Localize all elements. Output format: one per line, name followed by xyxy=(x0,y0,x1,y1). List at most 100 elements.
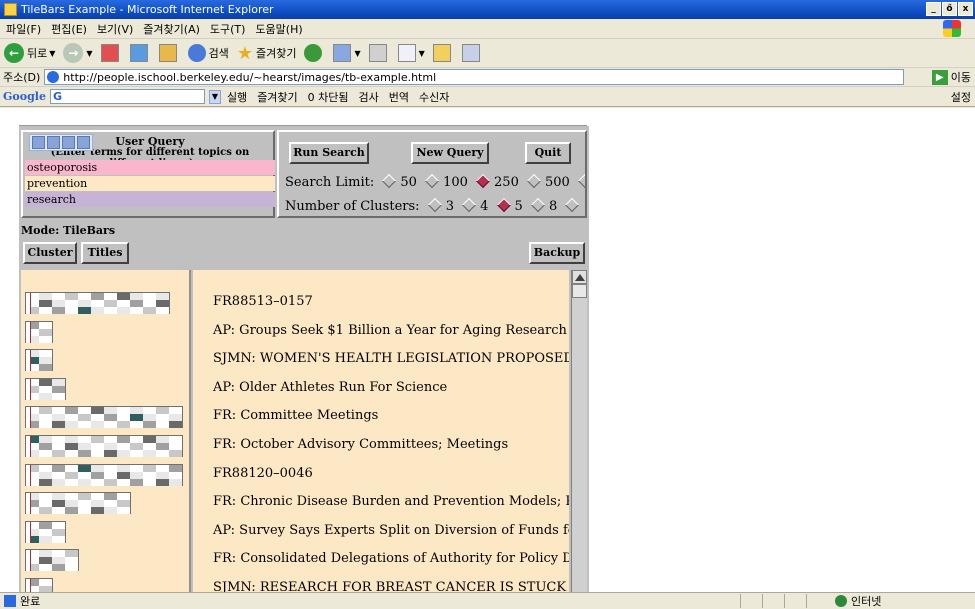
tilebar-1[interactable] xyxy=(25,292,170,314)
search-limit-radio-250[interactable] xyxy=(475,173,491,189)
tilebar-9[interactable] xyxy=(25,520,66,543)
google-send-button[interactable]: 수신자 xyxy=(419,89,449,105)
tilebar-cell xyxy=(104,500,117,508)
edit-button[interactable]: ▼ xyxy=(397,44,425,62)
backup-button[interactable]: Backup xyxy=(529,242,585,264)
tilebar-10[interactable] xyxy=(25,549,79,572)
menu-tools[interactable]: 도구(T) xyxy=(210,21,246,37)
document-title-10[interactable]: FR: Consolidated Delegations of Authorit… xyxy=(213,551,569,566)
favorites-button[interactable]: ★ 즐겨찾기 xyxy=(237,43,297,64)
google-translate-button[interactable]: 번역 xyxy=(389,89,409,105)
document-title-4[interactable]: AP: Older Athletes Run For Science xyxy=(213,380,447,395)
minimize-button[interactable]: _ xyxy=(926,2,941,16)
document-title-5[interactable]: FR: Committee Meetings xyxy=(213,408,378,423)
menu-bar: 파일(F) 편집(E) 보기(V) 즐겨찾기(A) 도구(T) 도움말(H) xyxy=(0,19,975,39)
close-button[interactable]: x xyxy=(958,2,973,16)
tilebar-4[interactable] xyxy=(25,377,66,400)
clusters-radio-4[interactable] xyxy=(462,197,477,213)
search-limit-radio-1000[interactable] xyxy=(577,173,585,189)
tilebar-cell xyxy=(117,293,130,300)
search-limit-radio-100[interactable] xyxy=(424,173,440,189)
tilebar-5[interactable] xyxy=(25,406,183,429)
go-button[interactable]: ▶ 이동 xyxy=(931,69,971,85)
menu-help[interactable]: 도움말(H) xyxy=(255,21,302,37)
scroll-thumb[interactable] xyxy=(572,284,587,298)
cluster-button[interactable]: Cluster xyxy=(23,242,77,264)
tilebar-cell xyxy=(130,471,143,479)
mail-button[interactable]: ▼ xyxy=(333,44,361,62)
clusters-radio-5[interactable] xyxy=(496,197,511,213)
document-title-11[interactable]: SJMN: RESEARCH FOR BREAST CANCER IS STUC… xyxy=(213,580,569,592)
document-title-2[interactable]: AP: Groups Seek $1 Billion a Year for Ag… xyxy=(213,323,567,338)
quit-button[interactable]: Quit xyxy=(525,142,571,164)
google-search-input[interactable]: G xyxy=(49,89,205,104)
menu-file[interactable]: 파일(F) xyxy=(6,21,41,37)
clusters-radio-10[interactable] xyxy=(565,197,580,213)
google-settings-button[interactable]: 설정 xyxy=(951,89,971,105)
document-title-6[interactable]: FR: October Advisory Committees; Meeting… xyxy=(213,437,508,452)
home-button[interactable] xyxy=(158,44,180,62)
query-term-1[interactable]: osteoporosis xyxy=(25,160,275,175)
titles-scrollbar[interactable] xyxy=(571,270,587,592)
tilebar-cell xyxy=(65,471,78,479)
tilebar-cell xyxy=(169,436,182,443)
tilebar-7[interactable] xyxy=(25,463,183,486)
tilebar-cell xyxy=(39,557,52,565)
tilebar-2[interactable] xyxy=(25,320,53,343)
tilebar-cell xyxy=(104,307,117,314)
document-title-8[interactable]: FR: Chronic Disease Burden and Preventio… xyxy=(213,494,569,509)
tilebar-cell xyxy=(65,507,78,515)
print-button[interactable] xyxy=(368,44,390,62)
tilebar-cell xyxy=(39,436,52,443)
messenger-button[interactable] xyxy=(461,44,483,62)
back-button[interactable]: ← 뒤로 ▼ xyxy=(4,43,55,63)
tilebar-cell xyxy=(39,471,52,479)
tilebar-cell xyxy=(130,443,143,450)
search-limit-radio-50[interactable] xyxy=(382,173,397,189)
tilebar-cell xyxy=(91,507,104,515)
clusters-radio-8[interactable] xyxy=(530,197,546,213)
document-title-3[interactable]: SJMN: WOMEN'S HEALTH LEGISLATION PROPOSE… xyxy=(213,351,569,366)
search-button[interactable]: 검색 xyxy=(187,44,229,62)
stop-button[interactable] xyxy=(100,44,122,62)
tilebar-8[interactable] xyxy=(25,492,131,515)
tilebar-11[interactable] xyxy=(25,578,53,592)
chevron-down-icon[interactable]: ▼ xyxy=(208,89,221,104)
tilebar-6[interactable] xyxy=(25,435,183,457)
document-title-9[interactable]: AP: Survey Says Experts Split on Diversi… xyxy=(213,523,569,538)
print-icon[interactable] xyxy=(47,136,60,149)
scroll-up-arrow-icon[interactable] xyxy=(572,270,587,284)
address-input[interactable]: http://people.ischool.berkeley.edu/~hear… xyxy=(44,69,905,85)
forward-button[interactable]: → ▼ xyxy=(63,43,93,63)
google-run-button[interactable]: 실행 xyxy=(227,89,247,105)
clusters-radio-3[interactable] xyxy=(427,197,442,213)
stop-icon xyxy=(100,44,119,62)
tilebar-cell xyxy=(104,436,117,443)
document-title-7[interactable]: FR88120–0046 xyxy=(213,466,313,481)
search-limit-radio-500[interactable] xyxy=(526,173,542,189)
google-check-button[interactable]: 검사 xyxy=(359,89,379,105)
new-query-button[interactable]: New Query xyxy=(411,142,489,164)
menu-favorites[interactable]: 즐겨찾기(A) xyxy=(143,21,200,37)
google-logo[interactable]: Google xyxy=(3,90,46,103)
google-favorites-button[interactable]: 즐겨찾기 xyxy=(257,89,297,105)
refresh-button[interactable] xyxy=(129,44,151,62)
query-term-2[interactable]: prevention xyxy=(25,176,275,191)
save-icon[interactable] xyxy=(32,136,45,149)
document-title-1[interactable]: FR88513–0157 xyxy=(213,294,313,309)
menu-edit[interactable]: 편집(E) xyxy=(51,21,87,37)
tilebar-cell xyxy=(91,300,104,307)
link-icon[interactable] xyxy=(77,136,90,149)
tilebar-3[interactable] xyxy=(25,349,53,372)
google-popup-blocked[interactable]: 0 차단됨 xyxy=(308,89,349,105)
titles-button[interactable]: Titles xyxy=(81,242,129,264)
tilebar-cell xyxy=(65,493,78,501)
tilebar-cell xyxy=(130,436,143,443)
folder-button[interactable] xyxy=(432,44,454,62)
history-button[interactable] xyxy=(304,44,325,62)
query-term-3[interactable]: research xyxy=(25,192,275,207)
menu-view[interactable]: 보기(V) xyxy=(97,21,133,37)
mail-icon[interactable] xyxy=(62,136,75,149)
maximize-button[interactable]: ő xyxy=(942,2,957,16)
run-search-button[interactable]: Run Search xyxy=(289,142,369,164)
